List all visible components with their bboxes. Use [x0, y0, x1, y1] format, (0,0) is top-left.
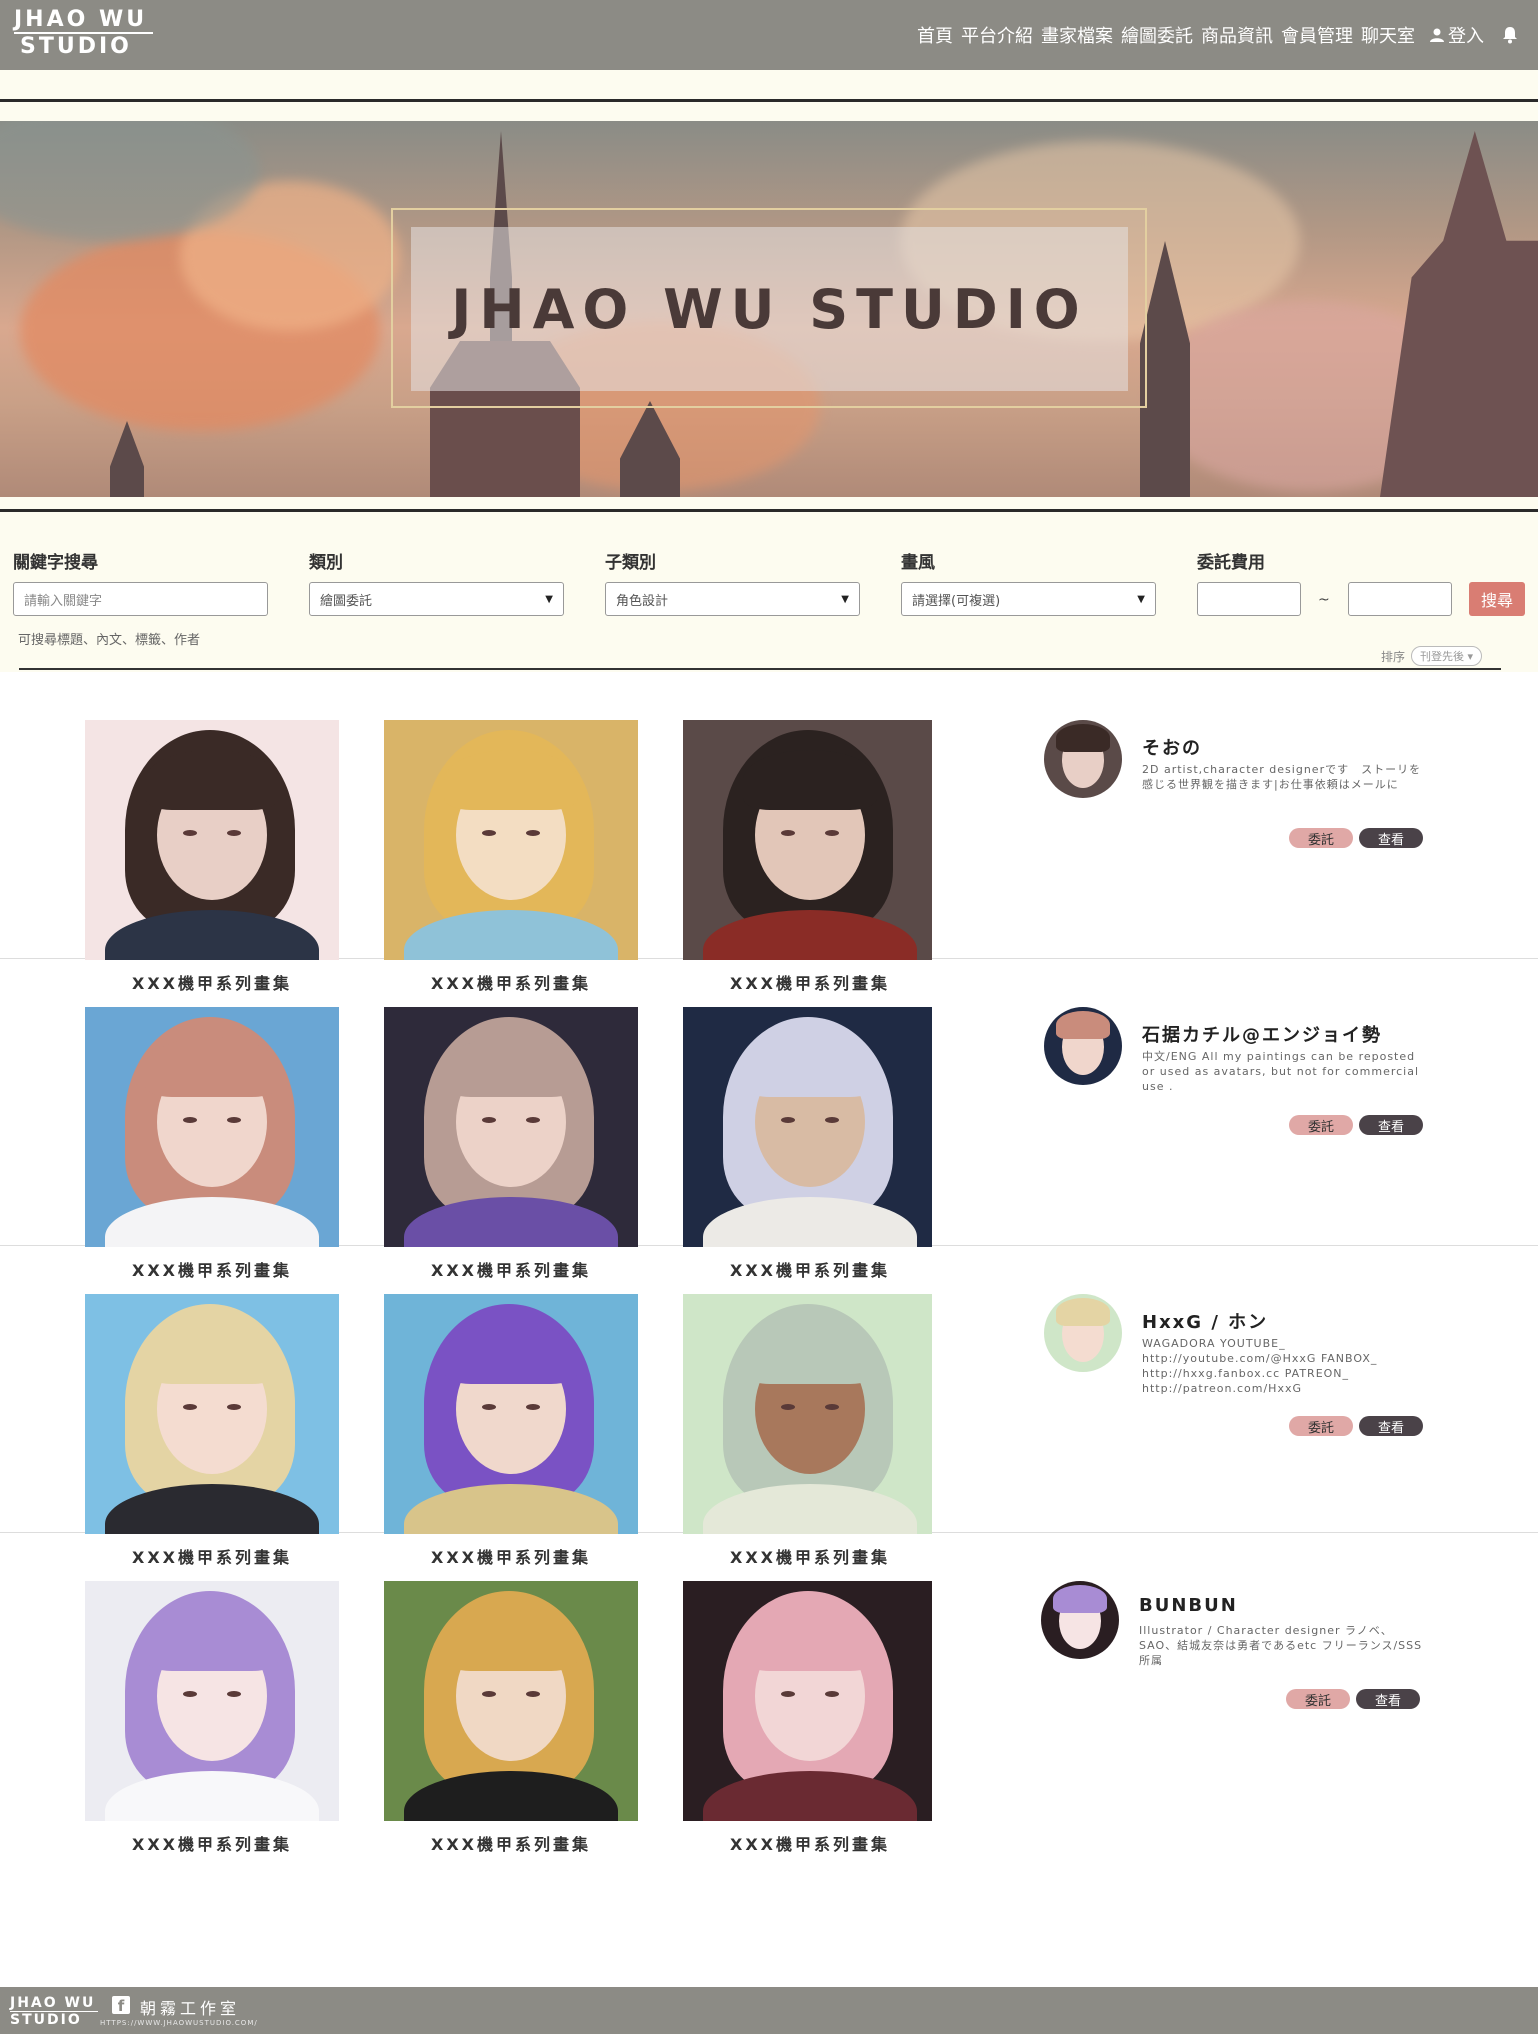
divider-bottom — [0, 509, 1538, 512]
artwork-image[interactable] — [384, 1581, 638, 1821]
logo-line2: STUDIO — [20, 34, 132, 59]
artist-avatar[interactable] — [1044, 1294, 1122, 1372]
artwork-image[interactable] — [85, 1007, 339, 1247]
style-value: 請選擇(可複選) — [912, 593, 1001, 609]
commission-button[interactable]: 委託 — [1286, 1689, 1350, 1709]
user-icon — [1430, 28, 1444, 42]
view-button[interactable]: 查看 — [1356, 1689, 1420, 1709]
style-label: 畫風 — [901, 553, 935, 573]
sort-select[interactable]: 刊登先後 ▾ — [1411, 646, 1483, 666]
subcategory-value: 角色設計 — [616, 593, 669, 609]
view-button[interactable]: 查看 — [1359, 828, 1423, 848]
commission-button[interactable]: 委託 — [1289, 1115, 1353, 1135]
artwork-image[interactable] — [85, 1294, 339, 1534]
facebook-icon[interactable]: f — [112, 1996, 130, 2015]
banner-title: JHAO WU STUDIO — [451, 277, 1088, 341]
divider-sort — [19, 668, 1501, 670]
footer-logo-line2: STUDIO — [10, 2012, 82, 2028]
artwork-caption[interactable]: XXX機甲系列畫集 — [85, 1831, 339, 1855]
artwork-caption[interactable]: XXX機甲系列畫集 — [384, 1831, 638, 1855]
login-label: 登入 — [1448, 26, 1484, 47]
category-label: 類別 — [309, 553, 343, 573]
artwork-image[interactable] — [683, 1294, 932, 1534]
artist-card: そおの 2D artist,character designerです ストーリを感… — [1044, 720, 1444, 920]
artist-bio: Illustrator / Character designer ラノベ、SAO… — [1139, 1624, 1423, 1667]
view-button[interactable]: 查看 — [1359, 1115, 1423, 1135]
artist-avatar[interactable] — [1044, 1007, 1122, 1085]
fee-min-input[interactable] — [1197, 582, 1301, 616]
footer-logo-line1: JHAO WU — [10, 1995, 99, 2012]
fee-range-separator: ~ — [1318, 592, 1330, 608]
banner-title-box: JHAO WU STUDIO — [411, 227, 1128, 391]
gallery-row: XXX機甲系列畫集 XXX機甲系列畫集 XXX機甲系列畫集 石据カチル@エンジョイ勢中… — [0, 959, 1538, 1280]
gallery: XXX機甲系列畫集 XXX機甲系列畫集 XXX機甲系列畫集 そおの 2D artist,… — [0, 672, 1538, 1987]
hero-banner: JHAO WU STUDIO — [0, 121, 1538, 497]
nav-members[interactable]: 會員管理 — [1281, 22, 1353, 48]
footer-logo[interactable]: JHAO WU STUDIO — [10, 1995, 99, 2028]
login-link[interactable]: 登入 — [1429, 22, 1484, 48]
artwork-image[interactable] — [683, 1581, 932, 1821]
search-button[interactable]: 搜尋 — [1469, 582, 1525, 616]
artist-name[interactable]: そおの — [1142, 734, 1202, 760]
sort-value: 刊登先後 — [1420, 650, 1465, 663]
nav-artists[interactable]: 畫家檔案 — [1041, 22, 1113, 48]
gallery-row: XXX機甲系列畫集 XXX機甲系列畫集 XXX機甲系列畫集 HxxG / ホン WAGA… — [0, 1246, 1538, 1567]
artist-bio: 中文/ENG All my paintings can be reposted … — [1142, 1050, 1420, 1093]
artist-card: 石据カチル@エンジョイ勢中文/ENG All my paintings can … — [1044, 1007, 1444, 1207]
artwork-image[interactable] — [384, 720, 638, 960]
main-nav: 首頁 平台介紹 畫家檔案 繪圖委託 商品資訊 會員管理 聊天室 登入 — [917, 22, 1518, 48]
artist-card: HxxG / ホン WAGADORA YOUTUBE_ http://youtub… — [1044, 1294, 1444, 1494]
artist-name[interactable]: BUNBUN — [1139, 1595, 1238, 1616]
subcategory-select[interactable]: 角色設計 ▼ — [605, 582, 860, 616]
artist-avatar[interactable] — [1041, 1581, 1119, 1659]
artist-card: BUNBUN Illustrator / Character designer ラ… — [1041, 1581, 1441, 1781]
divider-top — [0, 99, 1538, 102]
commission-button[interactable]: 委託 — [1289, 828, 1353, 848]
footer: JHAO WU STUDIO f 朝霧工作室 HTTPS://WWW.JHAOW… — [0, 1987, 1538, 2034]
artwork-caption[interactable]: XXX機甲系列畫集 — [683, 1831, 937, 1855]
artist-avatar[interactable] — [1044, 720, 1122, 798]
keyword-input[interactable]: 請輸入關鍵字 — [13, 582, 268, 616]
artist-name[interactable]: HxxG / ホン — [1142, 1308, 1268, 1334]
style-select[interactable]: 請選擇(可複選) ▼ — [901, 582, 1156, 616]
nav-chat[interactable]: 聊天室 — [1361, 22, 1415, 48]
subcategory-label: 子類別 — [605, 553, 656, 573]
chevron-down-icon: ▼ — [545, 593, 553, 605]
artwork-image[interactable] — [683, 1007, 932, 1247]
keyword-label: 關鍵字搜尋 — [13, 553, 98, 573]
gallery-row: XXX機甲系列畫集 XXX機甲系列畫集 XXX機甲系列畫集 BUNBUN Illustr… — [0, 1533, 1538, 1854]
artwork-image[interactable] — [683, 720, 932, 960]
nav-commission[interactable]: 繪圖委託 — [1121, 22, 1193, 48]
footer-url[interactable]: HTTPS://WWW.JHAOWUSTUDIO.COM/ — [100, 2019, 258, 2027]
logo-line1: JHAO WU — [14, 8, 154, 34]
nav-home[interactable]: 首頁 — [917, 22, 953, 48]
bell-icon[interactable] — [1502, 26, 1518, 44]
top-navbar: JHAO WU STUDIO 首頁 平台介紹 畫家檔案 繪圖委託 商品資訊 會員… — [0, 0, 1538, 70]
sort-control: 排序 刊登先後 ▾ — [1381, 646, 1483, 666]
fee-max-input[interactable] — [1348, 582, 1452, 616]
nav-about[interactable]: 平台介紹 — [961, 22, 1033, 48]
artist-name[interactable]: 石据カチル@エンジョイ勢 — [1142, 1021, 1382, 1047]
site-logo[interactable]: JHAO WU STUDIO — [14, 8, 154, 60]
category-value: 繪圖委託 — [320, 593, 373, 609]
chevron-down-icon: ▼ — [841, 593, 849, 605]
footer-studio-name: 朝霧工作室 — [140, 1999, 241, 2018]
fee-label: 委託費用 — [1197, 553, 1265, 573]
artwork-image[interactable] — [85, 720, 339, 960]
search-hint: 可搜尋標題、內文、標籤、作者 — [18, 633, 201, 648]
gallery-row: XXX機甲系列畫集 XXX機甲系列畫集 XXX機甲系列畫集 そおの 2D artist,… — [0, 672, 1538, 993]
search-filters: 關鍵字搜尋 請輸入關鍵字 類別 繪圖委託 ▼ 子類別 角色設計 ▼ 畫風 請選擇(可… — [0, 540, 1538, 670]
artwork-image[interactable] — [384, 1007, 638, 1247]
sort-label: 排序 — [1381, 649, 1406, 664]
nav-products[interactable]: 商品資訊 — [1201, 22, 1273, 48]
category-select[interactable]: 繪圖委託 ▼ — [309, 582, 564, 616]
artwork-image[interactable] — [85, 1581, 339, 1821]
commission-button[interactable]: 委託 — [1289, 1416, 1353, 1436]
chevron-down-icon: ▼ — [1137, 593, 1145, 605]
artist-bio: 2D artist,character designerです ストーリを感じる世… — [1142, 763, 1422, 791]
view-button[interactable]: 查看 — [1359, 1416, 1423, 1436]
artist-bio: WAGADORA YOUTUBE_ http://youtube.com/@Hx… — [1142, 1337, 1378, 1395]
artwork-image[interactable] — [384, 1294, 638, 1534]
